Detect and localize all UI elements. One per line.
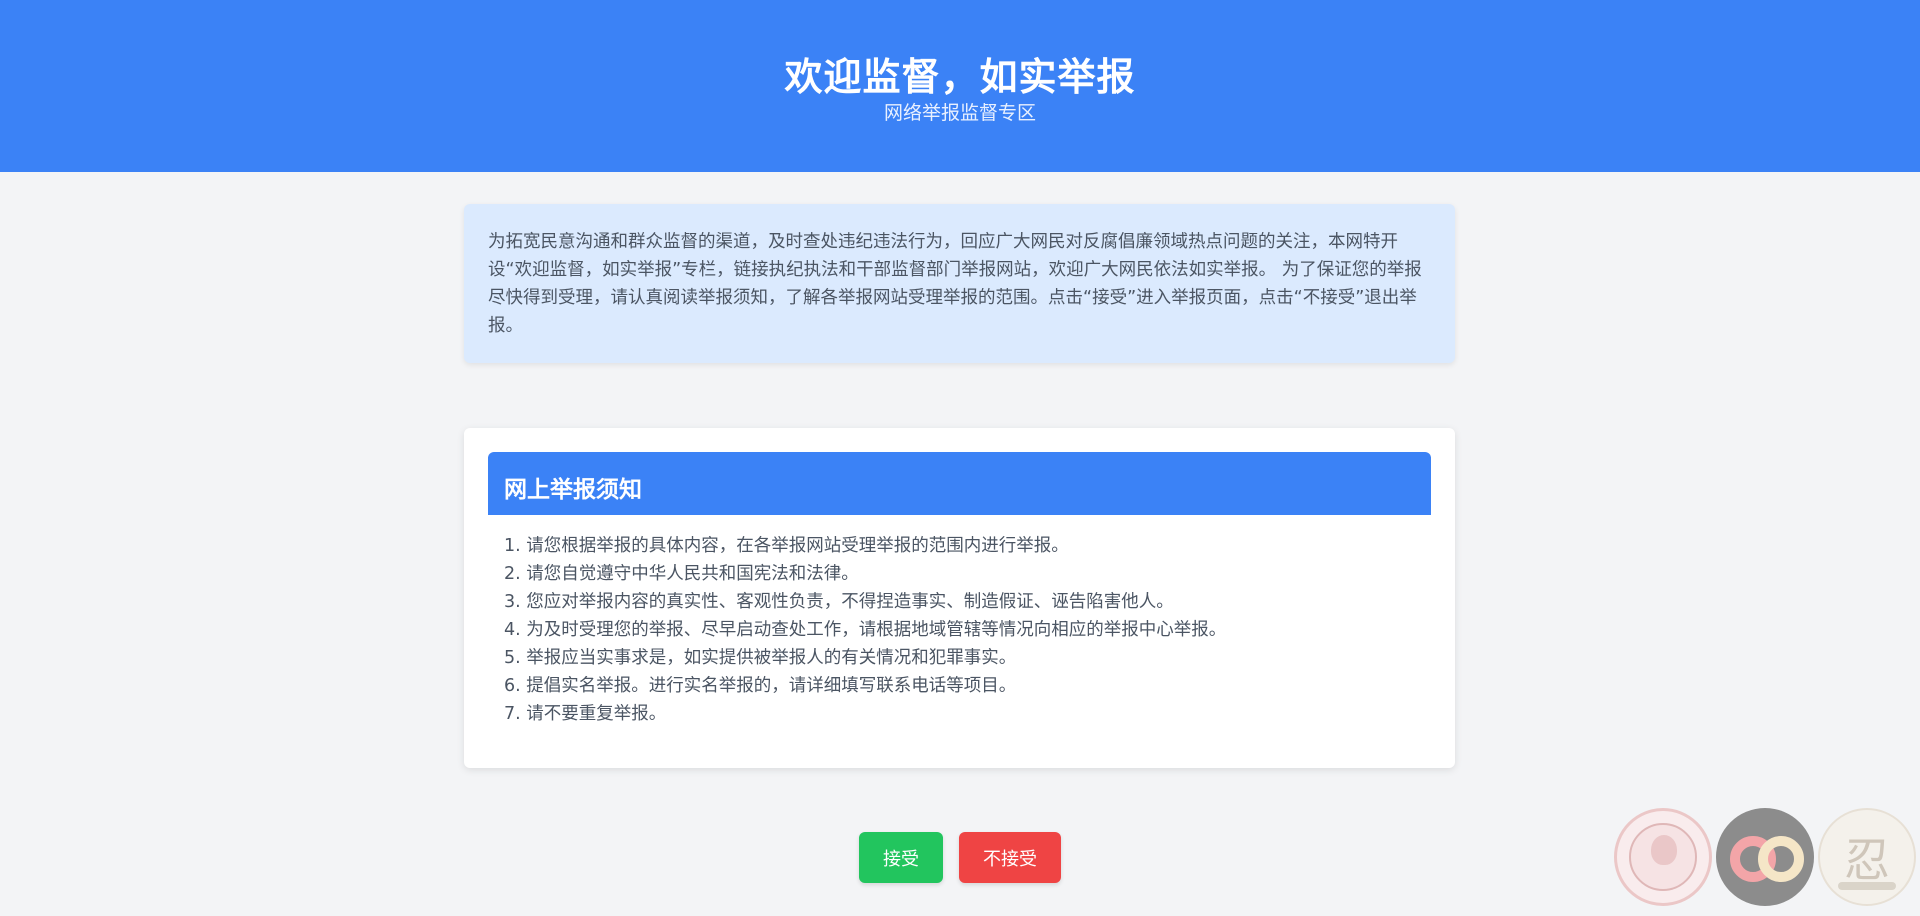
portrait-seal-icon[interactable] bbox=[1614, 808, 1712, 906]
notice-list: 1. 请您根据举报的具体内容，在各举报网站受理举报的范围内进行举报。 2. 请您… bbox=[504, 532, 1424, 728]
list-item: 3. 您应对举报内容的真实性、客观性负责，不得捏造事实、制造假证、诬告陷害他人。 bbox=[504, 592, 1174, 612]
calligraphy-caption-bar bbox=[1838, 882, 1896, 890]
page-title: 欢迎监督，如实举报 bbox=[784, 55, 1136, 99]
list-item: 1. 请您根据举报的具体内容，在各举报网站受理举报的范围内进行举报。 bbox=[504, 536, 1069, 556]
page-subtitle: 网络举报监督专区 bbox=[883, 102, 1036, 124]
calligraphy-seal-icon[interactable]: 忍 bbox=[1818, 808, 1916, 906]
list-item: 5. 举报应当实事求是，如实提供被举报人的有关情况和犯罪事实。 bbox=[504, 648, 1017, 668]
list-item: 6. 提倡实名举报。进行实名举报的，请详细填写联系电话等项目。 bbox=[504, 676, 1017, 696]
intro-text: 为拓宽民意沟通和群众监督的渠道，及时查处违纪违法行为，回应广大网民对反腐倡廉领域… bbox=[488, 232, 1422, 336]
reject-button[interactable]: 不接受 bbox=[959, 832, 1061, 883]
floating-icons: 忍 bbox=[1614, 808, 1920, 916]
ring-right bbox=[1758, 836, 1804, 882]
notice-card: 网上举报须知 1. 请您根据举报的具体内容，在各举报网站受理举报的范围内进行举报… bbox=[464, 428, 1455, 768]
list-item: 2. 请您自觉遵守中华人民共和国宪法和法律。 bbox=[504, 564, 859, 584]
accept-button[interactable]: 接受 bbox=[859, 832, 943, 883]
page-header: 欢迎监督，如实举报 网络举报监督专区 bbox=[0, 0, 1920, 172]
intro-box: 为拓宽民意沟通和群众监督的渠道，及时查处违纪违法行为，回应广大网民对反腐倡廉领域… bbox=[464, 204, 1455, 363]
brand-rings-icon[interactable] bbox=[1716, 808, 1814, 906]
notice-title: 网上举报须知 bbox=[488, 452, 1431, 515]
seal-portrait bbox=[1651, 835, 1677, 865]
list-item: 4. 为及时受理您的举报、尽早启动查处工作，请根据地域管辖等情况向相应的举报中心… bbox=[504, 620, 1227, 640]
list-item: 7. 请不要重复举报。 bbox=[504, 704, 667, 724]
calligraphy-glyph: 忍 bbox=[1844, 833, 1890, 887]
